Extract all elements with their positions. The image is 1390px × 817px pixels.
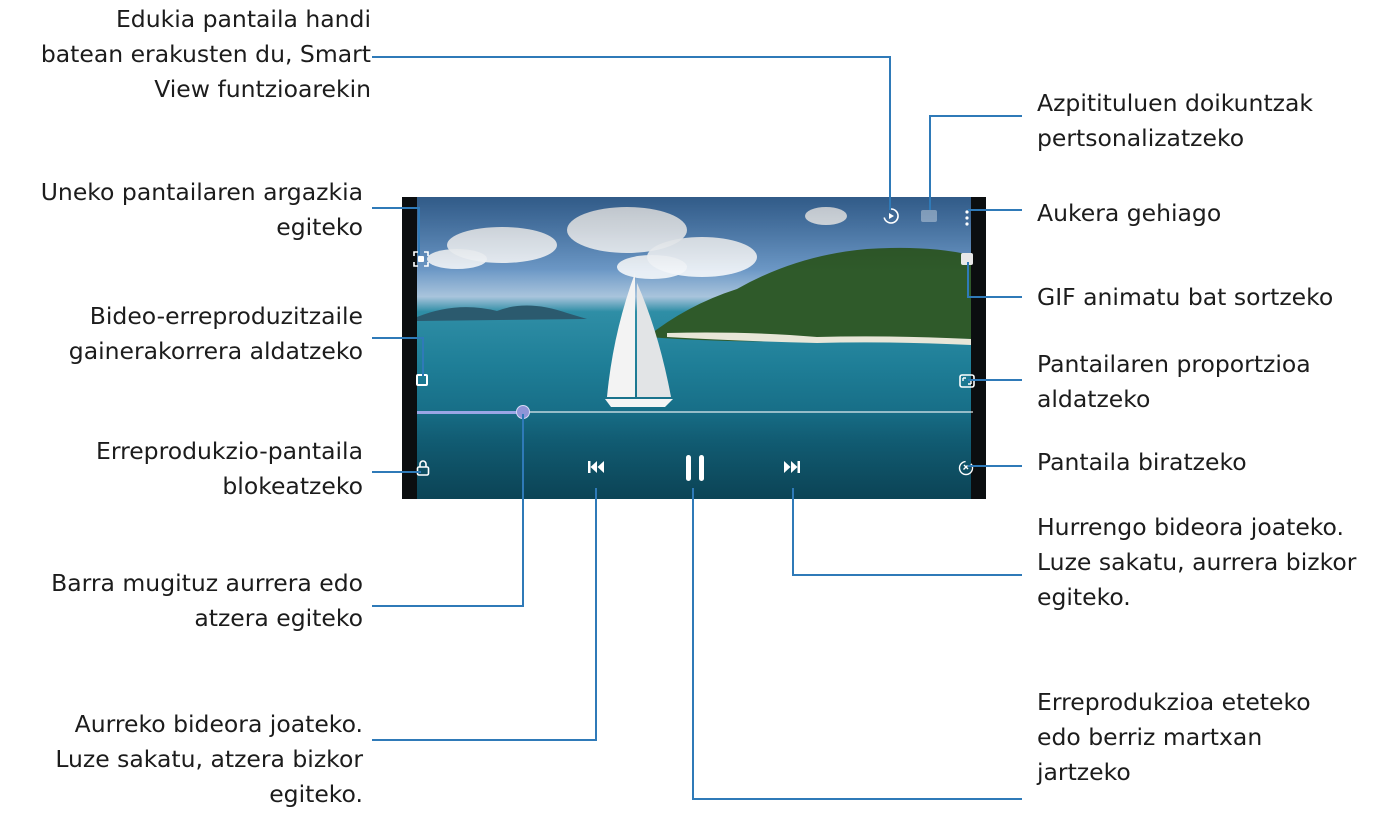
subtitles-button[interactable] xyxy=(920,207,938,225)
next-icon xyxy=(784,461,800,473)
callout-text: batean erakusten du, Smart xyxy=(40,40,371,68)
callout-seek-bar: Barra mugituz aurrera edo atzera egiteko xyxy=(51,566,363,636)
lock-button[interactable] xyxy=(415,459,431,477)
popup-player-icon xyxy=(416,374,428,386)
screenshot-icon xyxy=(413,251,429,267)
video-player-screen xyxy=(402,197,986,499)
aspect-ratio-button[interactable] xyxy=(959,373,975,389)
callout-text: Aukera gehiago xyxy=(1037,199,1222,227)
smart-view-icon xyxy=(883,208,899,224)
callout-text: egiteko. xyxy=(269,780,363,808)
callout-screenshot: Uneko pantailaren argazkia egiteko xyxy=(41,175,363,245)
callout-text: Barra mugituz aurrera edo xyxy=(51,569,363,597)
callout-text: Pantaila biratzeko xyxy=(1037,448,1247,476)
callout-text: Erreprodukzio-pantaila xyxy=(95,437,363,465)
more-options-icon xyxy=(965,210,969,226)
callout-text: Hurrengo bideora joateko. xyxy=(1037,513,1344,541)
callout-gif: GIF animatu bat sortzeko xyxy=(1037,280,1333,315)
pause-button[interactable] xyxy=(683,454,707,482)
callout-text: View funtzioarekin xyxy=(154,75,371,103)
callout-rotate: Pantaila biratzeko xyxy=(1037,445,1247,480)
callout-text: egiteko xyxy=(276,213,363,241)
callout-text: Aurreko bideora joateko. xyxy=(74,710,363,738)
rotate-icon xyxy=(958,460,974,476)
callout-text: Pantailaren proportzioa xyxy=(1037,350,1311,378)
subtitle-icon xyxy=(921,210,937,222)
leader-line-next xyxy=(792,488,1022,576)
callout-text: egiteko. xyxy=(1037,583,1131,611)
seek-bar-progress xyxy=(417,411,523,414)
callout-text: Luze sakatu, atzera bizkor xyxy=(55,745,363,773)
leader-line-subtitles xyxy=(929,115,1022,210)
callout-aspect-ratio: Pantailaren proportzioa aldatzeko xyxy=(1037,347,1311,417)
previous-icon xyxy=(588,461,604,473)
rotate-button[interactable] xyxy=(957,459,975,477)
callout-lock: Erreprodukzio-pantaila blokeatzeko xyxy=(96,434,363,504)
callout-next: Hurrengo bideora joateko. Luze sakatu, a… xyxy=(1037,510,1356,615)
seek-bar-thumb[interactable] xyxy=(516,405,530,419)
callout-pause: Erreprodukzioa eteteko edo berriz martxa… xyxy=(1037,685,1311,790)
leader-line-pause xyxy=(692,488,1022,800)
callout-text: Azpitituluen doikuntzak xyxy=(1037,89,1314,117)
callout-popup-player: Bideo-erreproduzitzaile gainerakorrera a… xyxy=(69,299,363,369)
callout-text: aldatzeko xyxy=(1037,385,1151,413)
callout-text: atzera egiteko xyxy=(194,604,363,632)
previous-button[interactable] xyxy=(587,459,605,475)
callout-subtitles: Azpitituluen doikuntzak pertsonalizatzek… xyxy=(1037,86,1313,156)
gif-button[interactable] xyxy=(959,251,975,267)
aspect-ratio-icon xyxy=(959,374,975,388)
callout-text: Erreprodukzioa eteteko xyxy=(1037,688,1311,716)
pause-icon xyxy=(686,455,704,481)
next-button[interactable] xyxy=(783,459,801,475)
callout-text: gainerakorrera aldatzeko xyxy=(68,337,363,365)
callout-text: pertsonalizatzeko xyxy=(1037,124,1245,152)
callout-text: edo berriz martxan xyxy=(1037,723,1263,751)
leader-line-previous xyxy=(372,488,597,741)
callout-previous: Aurreko bideora joateko. Luze sakatu, at… xyxy=(55,707,363,812)
callout-text: Uneko pantailaren argazkia xyxy=(40,178,363,206)
gif-icon xyxy=(961,253,973,265)
callout-text: Edukia pantaila handi xyxy=(115,5,371,33)
leader-line-smart-view xyxy=(372,56,891,210)
callout-text: GIF animatu bat sortzeko xyxy=(1037,283,1334,311)
smart-view-button[interactable] xyxy=(882,207,900,225)
lock-icon xyxy=(416,460,430,476)
callout-text: blokeatzeko xyxy=(222,472,363,500)
callout-smart-view: Edukia pantaila handi batean erakusten d… xyxy=(41,2,371,107)
callout-text: Bideo-erreproduzitzaile xyxy=(89,302,363,330)
callout-text: Luze sakatu, aurrera bizkor xyxy=(1037,548,1357,576)
callout-more-options: Aukera gehiago xyxy=(1037,196,1221,231)
more-options-button[interactable] xyxy=(961,209,973,227)
callout-text: jartzeko xyxy=(1037,758,1131,786)
screenshot-button[interactable] xyxy=(413,251,429,267)
popup-player-button[interactable] xyxy=(415,373,429,387)
